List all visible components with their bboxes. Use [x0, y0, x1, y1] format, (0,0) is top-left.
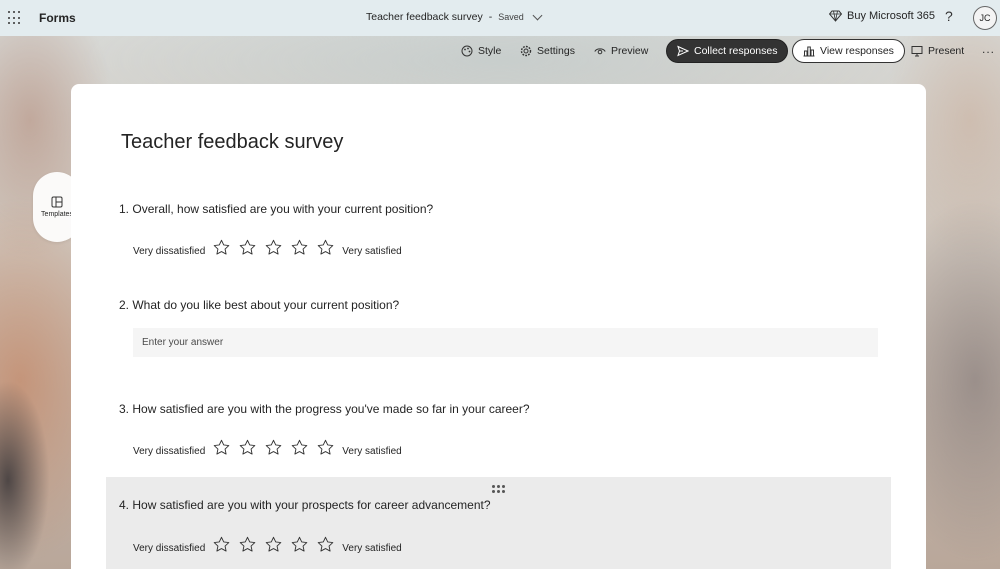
rating-low-label: Very dissatisfied: [133, 543, 206, 554]
top-bar: Forms Teacher feedback survey - Saved Bu…: [0, 0, 1000, 36]
document-title-area[interactable]: Teacher feedback survey - Saved: [366, 10, 543, 23]
rating-3: Very dissatisfied Very satisfied: [133, 439, 402, 460]
form-title[interactable]: Teacher feedback survey: [121, 131, 343, 154]
star-icon[interactable]: [265, 239, 282, 256]
buy-microsoft-365-button[interactable]: Buy Microsoft 365: [829, 10, 935, 22]
star-icon[interactable]: [239, 439, 256, 456]
star-icon[interactable]: [291, 536, 308, 553]
settings-button[interactable]: Settings: [520, 38, 575, 64]
rating-high-label: Very satisfied: [342, 246, 402, 257]
palette-icon: [461, 45, 473, 57]
star-group: [213, 536, 334, 553]
background-blur: [0, 380, 50, 569]
preview-button[interactable]: Preview: [594, 38, 648, 64]
rating-high-label: Very satisfied: [342, 446, 402, 457]
star-icon[interactable]: [265, 536, 282, 553]
question-text: Overall, how satisfied are you with your…: [132, 202, 434, 216]
collect-responses-button[interactable]: Collect responses: [666, 39, 789, 63]
star-icon[interactable]: [239, 536, 256, 553]
question-number: 2.: [119, 298, 130, 312]
send-icon: [677, 45, 689, 57]
star-icon[interactable]: [317, 536, 334, 553]
question-text: How satisfied are you with your prospect…: [132, 498, 491, 512]
answer-input[interactable]: [133, 328, 878, 357]
layout-icon: [51, 196, 63, 208]
star-icon[interactable]: [213, 239, 230, 256]
question-number: 4.: [119, 498, 130, 512]
settings-label: Settings: [537, 45, 575, 57]
question-2[interactable]: 2. What do you like best about your curr…: [119, 298, 399, 312]
question-text: How satisfied are you with the progress …: [132, 402, 530, 416]
view-responses-button[interactable]: View responses: [792, 39, 905, 63]
style-button[interactable]: Style: [461, 38, 501, 64]
question-number: 3.: [119, 402, 130, 416]
help-button[interactable]: ?: [945, 8, 953, 24]
gear-icon: [520, 45, 532, 57]
drag-handle-icon[interactable]: [492, 485, 505, 493]
save-status: Saved: [498, 12, 524, 22]
rating-1: Very dissatisfied Very satisfied: [133, 239, 402, 260]
question-number: 1.: [119, 202, 130, 216]
star-icon[interactable]: [213, 439, 230, 456]
question-3[interactable]: 3. How satisfied are you with the progre…: [119, 402, 530, 416]
present-button[interactable]: Present: [911, 38, 964, 64]
chevron-down-icon[interactable]: [532, 10, 543, 21]
diamond-icon: [829, 10, 842, 22]
templates-label: Templates: [41, 211, 73, 218]
more-options-button[interactable]: ...: [982, 42, 995, 56]
question-text: What do you like best about your current…: [132, 298, 400, 312]
command-bar: Style Settings Preview Collect responses…: [0, 38, 1000, 64]
star-group: [213, 239, 334, 256]
star-icon[interactable]: [291, 439, 308, 456]
bar-chart-icon: [803, 46, 815, 57]
present-label: Present: [928, 45, 965, 57]
star-group: [213, 439, 334, 456]
document-title: Teacher feedback survey: [366, 11, 483, 23]
star-icon[interactable]: [239, 239, 256, 256]
rating-4: Very dissatisfied Very satisfied: [133, 536, 402, 557]
star-icon[interactable]: [317, 439, 334, 456]
form-card: Teacher feedback survey 1. Overall, how …: [71, 84, 926, 569]
rating-high-label: Very satisfied: [342, 543, 402, 554]
star-icon[interactable]: [317, 239, 334, 256]
style-label: Style: [478, 45, 502, 57]
star-icon[interactable]: [213, 536, 230, 553]
separator: -: [488, 11, 493, 23]
rating-low-label: Very dissatisfied: [133, 446, 206, 457]
app-launcher-icon[interactable]: [8, 11, 22, 25]
collect-responses-label: Collect responses: [694, 45, 778, 57]
app-name[interactable]: Forms: [39, 11, 76, 25]
star-icon[interactable]: [265, 439, 282, 456]
question-4[interactable]: 4. How satisfied are you with your prosp…: [119, 498, 491, 512]
star-icon[interactable]: [291, 239, 308, 256]
buy-label: Buy Microsoft 365: [847, 10, 936, 22]
avatar[interactable]: JC: [973, 6, 997, 30]
view-responses-label: View responses: [820, 45, 894, 57]
eye-icon: [594, 48, 606, 55]
preview-label: Preview: [611, 45, 649, 57]
rating-low-label: Very dissatisfied: [133, 246, 206, 257]
question-1[interactable]: 1. Overall, how satisfied are you with y…: [119, 202, 433, 216]
monitor-icon: [911, 46, 923, 57]
